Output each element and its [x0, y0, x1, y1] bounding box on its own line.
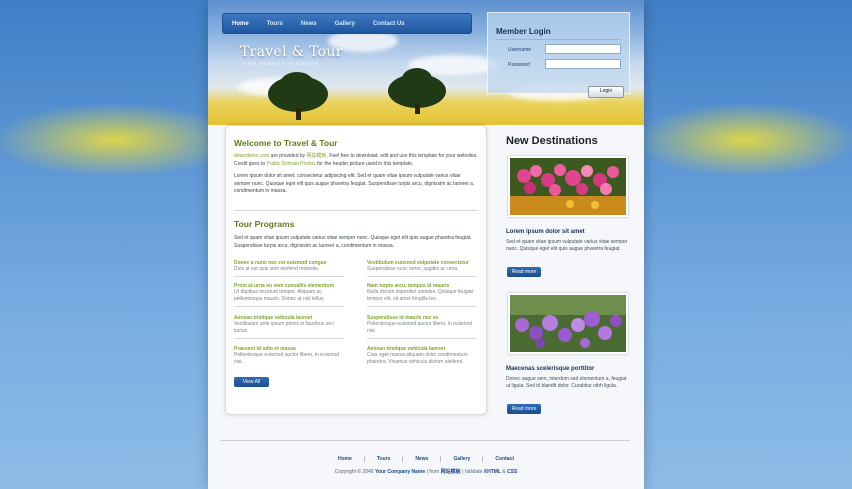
destination-title-1: Lorem ipsum dolor sit amet [506, 229, 585, 235]
cn-template-footer-link[interactable]: 网站模板 [441, 469, 461, 475]
welcome-heading: Welcome to Travel & Tour [234, 138, 338, 148]
login-divider [496, 39, 622, 40]
downdemo-link[interactable]: downdemo.com [234, 153, 269, 159]
program-item[interactable]: Vestibulum euismod vulputate consectetur… [367, 260, 477, 277]
footer-nav-tours[interactable]: Tours [365, 456, 404, 462]
footer-nav-gallery[interactable]: Gallery [441, 456, 484, 462]
copyright: Copyright © 2048 Your Company Name | fro… [334, 469, 518, 475]
main-content-box: Welcome to Travel & Tour downdemo.com ar… [225, 125, 487, 415]
nav-gallery[interactable]: Gallery [335, 21, 355, 27]
username-input[interactable] [545, 44, 621, 54]
content-divider [234, 210, 478, 211]
program-item[interactable]: Suspendisse id mauris nec ex Pellentesque… [367, 315, 477, 339]
member-login-panel: Member Login Username Password Login [487, 12, 630, 98]
site-subtitle: free website template [242, 61, 320, 67]
nav-tours[interactable]: Tours [267, 21, 283, 27]
new-destinations-heading: New Destinations [506, 135, 598, 147]
tour-programs-heading: Tour Programs [234, 219, 295, 229]
footer-divider [220, 440, 630, 441]
read-more-button-2[interactable]: Read more [507, 404, 541, 414]
login-heading: Member Login [496, 27, 551, 36]
program-item[interactable]: Aenean tristique vehicula laoreet Vestibu… [234, 315, 344, 339]
tree-left-image [268, 72, 328, 120]
password-label: Password [508, 62, 530, 68]
destination-photo-1[interactable] [508, 156, 628, 217]
destination-desc-2: Donec augue sem, interdum sed elementum … [506, 376, 627, 389]
program-item[interactable]: Aenean tristique vehicula laoreet Cras eg… [367, 346, 477, 366]
xhtml-link[interactable]: XHTML [484, 469, 501, 475]
company-link[interactable]: Your Company Name [375, 469, 425, 475]
view-all-button[interactable]: View All [234, 377, 269, 387]
destination-title-2: Maecenas scelerisque porttitor [506, 366, 595, 372]
public-domain-photos-link[interactable]: Public Domain Photos [267, 161, 316, 167]
username-label: Username [508, 47, 532, 53]
nav-contact[interactable]: Contact Us [373, 21, 405, 27]
footer-nav-home[interactable]: Home [326, 456, 365, 462]
nav-news[interactable]: News [301, 21, 317, 27]
css-link[interactable]: CSS [507, 469, 517, 475]
main-nav: Home Tours News Gallery Contact Us [222, 13, 472, 34]
footer-nav-contact[interactable]: Contact [483, 456, 526, 462]
nav-home[interactable]: Home [232, 21, 249, 27]
footer-nav-news[interactable]: News [403, 456, 442, 462]
tour-programs-intro: Sed et quam vitae ipsum vulputate varius… [234, 235, 472, 249]
password-input[interactable] [545, 59, 621, 69]
cn-template-link[interactable]: 网站模板 [307, 153, 327, 159]
footer-nav: Home Tours News Gallery Contact [208, 456, 644, 462]
field-glow-right [640, 105, 852, 175]
read-more-button-1[interactable]: Read more [507, 267, 541, 277]
program-item[interactable]: Praesent id odio et massa Pellentesque eu… [234, 346, 344, 366]
field-glow-left [0, 105, 230, 175]
page-container: Home Tours News Gallery Contact Us Trave… [208, 0, 644, 489]
program-item[interactable]: Proin at urna eu sem convallis elementum… [234, 283, 344, 307]
welcome-paragraph-1: downdemo.com are provided by 网站模板. Feel … [234, 153, 478, 167]
tree-right-image [388, 68, 446, 114]
destination-desc-1: Sed et quam vitae ipsum vulputate varius… [506, 239, 628, 252]
login-button[interactable]: Login [588, 86, 624, 98]
header-banner: Home Tours News Gallery Contact Us Trave… [208, 0, 644, 125]
destination-photo-2[interactable] [508, 293, 628, 354]
site-title: Travel & Tour [240, 44, 343, 60]
program-item[interactable]: Nam turpis arcu, tempus id mauris Nulla d… [367, 283, 477, 307]
program-item[interactable]: Donec a nunc nec est euismod congue Duis … [234, 260, 344, 277]
welcome-paragraph-2: Lorem ipsum dolor sit amet, consectetur … [234, 173, 475, 194]
